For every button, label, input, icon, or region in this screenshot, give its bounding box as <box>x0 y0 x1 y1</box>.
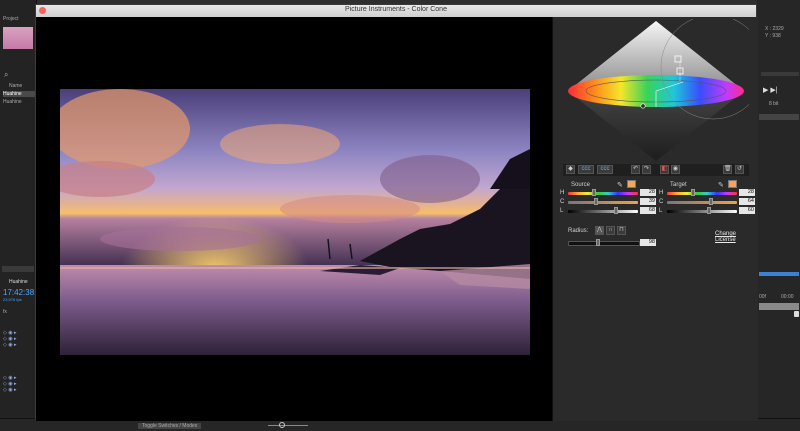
fx-icon: fx <box>3 309 7 315</box>
timeline-tab[interactable]: Huahine <box>9 279 28 285</box>
project-tab[interactable]: Project <box>3 16 19 22</box>
target-l-label: L <box>659 208 663 214</box>
slider-handle[interactable] <box>709 198 713 205</box>
source-h-label: H <box>560 190 565 196</box>
sunset-photo <box>60 89 530 355</box>
coordinate-y: Y : 938 <box>765 33 781 39</box>
pick-tool-button[interactable]: ◆ <box>566 165 575 174</box>
target-label: Target <box>670 182 687 188</box>
radius-shape-soft-button[interactable]: ∩ <box>606 226 615 235</box>
source-label: Source <box>571 182 591 188</box>
list-header: Name <box>9 83 23 89</box>
eyedropper-icon[interactable]: ✎ <box>718 181 724 189</box>
track-controls[interactable]: ◇ ◉ ▸ ◇ ◉ ▸ ◇ ◉ ▸ <box>3 330 33 352</box>
trash-icon[interactable]: 🗑 <box>723 165 732 174</box>
radius-slider[interactable] <box>568 239 640 246</box>
compare-button[interactable]: ◧ <box>660 165 669 174</box>
preview-button[interactable]: ◉ <box>671 165 680 174</box>
scroll-handle[interactable] <box>794 311 799 317</box>
slider-handle[interactable] <box>596 239 600 246</box>
radius-label: Radius: <box>568 228 589 234</box>
timeline-clip[interactable] <box>759 303 799 310</box>
slider-handle[interactable] <box>592 189 596 196</box>
source-l-slider[interactable] <box>568 207 638 214</box>
source-h-value[interactable]: 28 <box>640 189 656 196</box>
time-mark: 00f <box>759 294 766 300</box>
source-c-slider[interactable] <box>568 198 638 205</box>
timecode-fps: 23,976 fps <box>3 297 22 302</box>
target-h-value[interactable]: 28 <box>739 189 755 196</box>
time-mark: 00:00 <box>781 294 794 300</box>
target-c-slider[interactable] <box>667 198 737 205</box>
redo-button[interactable]: ↷ <box>642 165 651 174</box>
radius-value[interactable]: 98 <box>640 239 656 246</box>
image-viewer <box>36 17 552 421</box>
track-controls[interactable]: ◇ ◉ ▸ ◇ ◉ ▸ ◇ ◉ ▸ <box>3 375 33 397</box>
source-color-swatch[interactable] <box>627 180 636 188</box>
preview-image[interactable] <box>60 89 530 355</box>
target-c-label: C <box>659 199 664 205</box>
project-thumbnail[interactable] <box>3 27 33 49</box>
radius-shape-flat-button[interactable]: ⊓ <box>617 226 626 235</box>
toggle-switches-button[interactable]: Toggle Switches / Modes <box>138 423 202 429</box>
timeline-toolbar <box>2 266 34 272</box>
color-mode-button-1[interactable]: ccc <box>578 165 594 174</box>
source-c-value[interactable]: 39 <box>640 198 656 205</box>
slider-handle[interactable] <box>614 207 618 214</box>
zoom-slider[interactable] <box>268 425 308 426</box>
source-c-label: C <box>560 199 565 205</box>
work-area-bar[interactable] <box>759 272 799 276</box>
target-color-swatch[interactable] <box>728 180 737 188</box>
playback-controls[interactable]: ▶ ▶| <box>763 86 778 94</box>
reset-button[interactable]: ↺ <box>735 165 744 174</box>
target-c-value[interactable]: 64 <box>739 198 755 205</box>
slider-handle[interactable] <box>707 207 711 214</box>
zoom-slider-knob[interactable] <box>279 422 285 428</box>
change-license-link[interactable]: Change License <box>715 231 758 243</box>
color-cone-graphic[interactable] <box>563 14 766 161</box>
target-h-label: H <box>659 190 664 196</box>
coordinate-x: X : 2329 <box>765 26 784 32</box>
color-mode-button-2[interactable]: ccc <box>597 165 613 174</box>
project-item[interactable]: Huahine <box>3 99 22 105</box>
slider-handle[interactable] <box>691 189 695 196</box>
host-left-panel: Project ⌕ Name Huahine Huahine Huahine 1… <box>0 0 37 430</box>
source-l-label: L <box>560 208 564 214</box>
target-l-slider[interactable] <box>667 207 737 214</box>
window-title: Picture Instruments - Color Cone <box>345 6 447 13</box>
source-h-slider[interactable] <box>568 189 638 196</box>
panel-divider <box>761 72 799 76</box>
undo-button[interactable]: ↶ <box>631 165 640 174</box>
eyedropper-icon[interactable]: ✎ <box>617 181 623 189</box>
source-l-value[interactable]: 68 <box>640 207 656 214</box>
search-icon[interactable]: ⌕ <box>4 70 8 80</box>
host-right-panel: X : 2329 Y : 938 ▶ ▶| 8 bit 00f 00:00 <box>757 0 800 430</box>
cone-toolbar: ◆ ccc ccc ↶ ↷ ◧ ◉ 🗑 ↺ <box>563 164 749 176</box>
radius-shape-peak-button[interactable]: ⋀ <box>595 226 604 235</box>
target-l-value[interactable]: 60 <box>739 207 755 214</box>
project-item[interactable]: Huahine <box>3 91 35 97</box>
bit-depth-label: 8 bit <box>769 101 779 107</box>
slider-handle[interactable] <box>594 198 598 205</box>
color-cone-window: Picture Instruments - Color Cone ◆ ccc c… <box>35 4 766 421</box>
target-h-slider[interactable] <box>667 189 737 196</box>
timecode[interactable]: 17:42:38: <box>3 288 36 297</box>
panel-bar <box>759 114 799 120</box>
color-cone-panel: ◆ ccc ccc ↶ ↷ ◧ ◉ 🗑 ↺ Source ✎ H 28 C 39… <box>552 14 766 421</box>
